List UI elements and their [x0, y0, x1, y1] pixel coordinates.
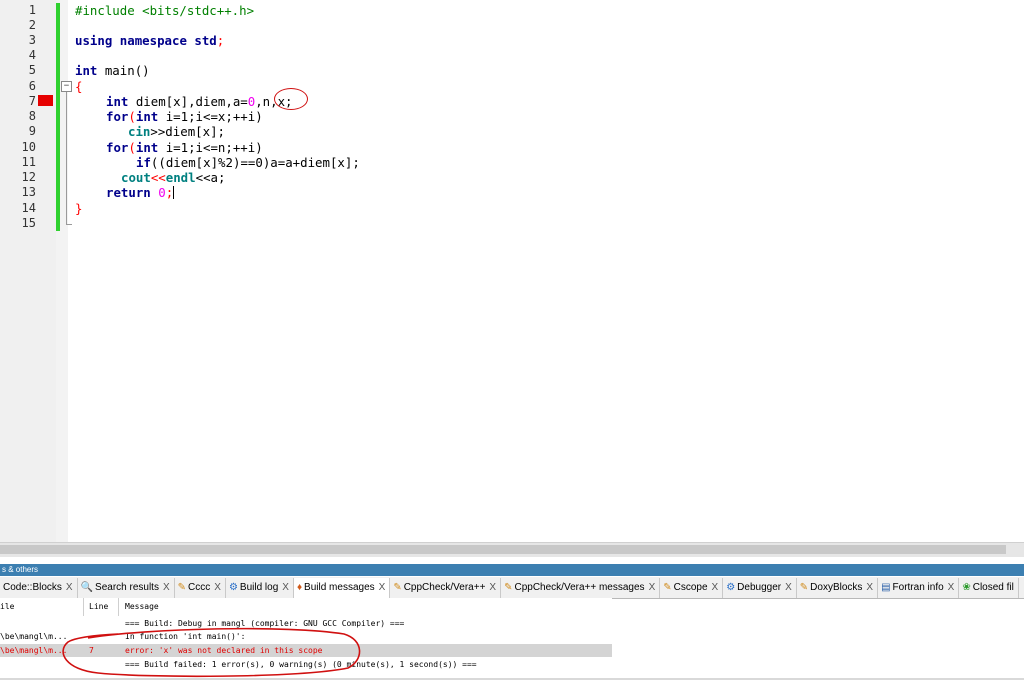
tab-debugger[interactable]: ⚙ Debugger X — [723, 578, 797, 598]
line-number-gutter[interactable]: 1 2 3 4 5 6 7 8 9 10 11 12 13 14 15 — [0, 0, 56, 542]
line-number: 11 — [21, 155, 36, 169]
close-icon[interactable]: X — [489, 582, 496, 593]
line-number: 13 — [21, 185, 36, 199]
tab-search-results[interactable]: 🔍 Search results X — [78, 578, 175, 598]
tab-cppcheck[interactable]: ✎ CppCheck/Vera++ X — [390, 578, 502, 598]
code-editor[interactable]: 1 2 3 4 5 6 7 8 9 10 11 12 13 14 15 − #i… — [0, 0, 1024, 542]
edit-icon: ✎ — [393, 582, 402, 593]
close-icon[interactable]: X — [712, 582, 719, 593]
line-number: 3 — [28, 33, 36, 47]
tab-cppcheck-messages[interactable]: ✎ CppCheck/Vera++ messages X — [501, 578, 661, 598]
close-icon[interactable]: X — [948, 582, 955, 593]
code-line-11[interactable]: if((diem[x]%2)==0)a=a+diem[x]; — [136, 155, 360, 170]
leaf-icon: ❀ — [962, 582, 971, 593]
tab-cscope[interactable]: ✎ Cscope X — [660, 578, 724, 598]
edit-icon: ✎ — [177, 582, 187, 593]
line-number: 2 — [28, 18, 36, 32]
close-icon[interactable]: X — [379, 582, 386, 593]
code-line-10[interactable]: for(int i=1;i<=n;++i) — [106, 140, 263, 155]
code-line-12[interactable]: cout<<endl<<a; — [121, 170, 225, 185]
close-icon[interactable]: X — [163, 582, 170, 593]
search-icon: 🔍 — [80, 582, 94, 593]
code-line-5[interactable]: int main() — [75, 63, 150, 78]
line-number: 1 — [28, 3, 36, 17]
line-number: 7 — [28, 94, 36, 108]
close-icon[interactable]: X — [649, 582, 656, 593]
horizontal-scrollbar[interactable] — [0, 542, 1024, 557]
line-number: 15 — [21, 216, 36, 230]
tab-cccc[interactable]: ✎ Cccc X — [175, 578, 226, 598]
close-icon[interactable]: X — [66, 582, 73, 593]
line-number: 6 — [28, 79, 36, 93]
code-line-13[interactable]: return 0; — [106, 185, 175, 200]
text-caret — [173, 186, 175, 199]
error-marker-icon[interactable] — [38, 95, 53, 106]
logs-panel-title: s & others — [0, 564, 1024, 576]
line-number: 9 — [28, 124, 36, 138]
changed-lines-bar — [56, 3, 60, 231]
code-line-9[interactable]: cin>>diem[x]; — [128, 124, 225, 139]
edit-icon: ✎ — [663, 582, 672, 593]
line-number: 10 — [21, 140, 36, 154]
line-number: 8 — [28, 109, 36, 123]
fold-end — [66, 224, 72, 225]
code-line-8[interactable]: for(int i=1;i<=x;++i) — [106, 109, 263, 124]
code-line-1[interactable]: #include <bits/stdc++.h> — [75, 3, 254, 18]
logs-tab-bar: Code::Blocks X 🔍 Search results X ✎ Cccc X ⚙ Buil… — [0, 577, 1024, 599]
fold-line — [66, 92, 67, 225]
close-icon[interactable]: X — [214, 582, 221, 593]
scrollbar-thumb[interactable] — [0, 545, 1006, 554]
annotation-stroke — [62, 627, 361, 678]
annotation-freehand-circle — [62, 627, 361, 678]
column-header-message[interactable]: Message — [125, 600, 159, 614]
tab-doxyblocks[interactable]: ✎ DoxyBlocks X — [797, 578, 879, 598]
close-icon[interactable]: X — [785, 582, 792, 593]
tab-build-log[interactable]: ⚙ Build log X — [226, 578, 294, 598]
gear-icon: ⚙ — [726, 582, 736, 593]
edit-icon: ✎ — [504, 582, 513, 593]
close-icon[interactable]: X — [866, 582, 873, 593]
line-number: 5 — [28, 63, 36, 77]
pin-icon: ♦ — [296, 582, 303, 593]
tab-build-messages[interactable]: ♦ Build messages X — [293, 578, 391, 598]
line-number: 4 — [28, 48, 36, 62]
tab-fortran-info[interactable]: ▤ Fortran info X — [878, 578, 960, 598]
column-divider[interactable] — [83, 598, 84, 616]
line-number: 14 — [21, 201, 36, 215]
tab-closed-files[interactable]: ❀ Closed fil — [959, 578, 1019, 598]
column-header-file[interactable]: ile — [0, 600, 14, 614]
code-line-14[interactable]: } — [75, 201, 82, 216]
code-line-7[interactable]: int diem[x],diem,a=0,n,x; — [106, 94, 293, 109]
fold-toggle-icon[interactable]: − — [61, 81, 72, 92]
tab-codeblocks[interactable]: Code::Blocks X — [0, 578, 78, 598]
code-line-3[interactable]: using namespace std; — [75, 33, 224, 48]
gear-icon: ⚙ — [228, 582, 238, 593]
edit-icon: ✎ — [799, 582, 809, 593]
column-header-line[interactable]: Line — [89, 600, 108, 614]
annotation-circle — [274, 88, 308, 110]
document-icon: ▤ — [881, 582, 891, 593]
code-line-6[interactable]: { — [75, 79, 82, 94]
close-icon[interactable]: X — [282, 582, 289, 593]
line-number: 12 — [21, 170, 36, 184]
column-divider[interactable] — [118, 598, 119, 616]
